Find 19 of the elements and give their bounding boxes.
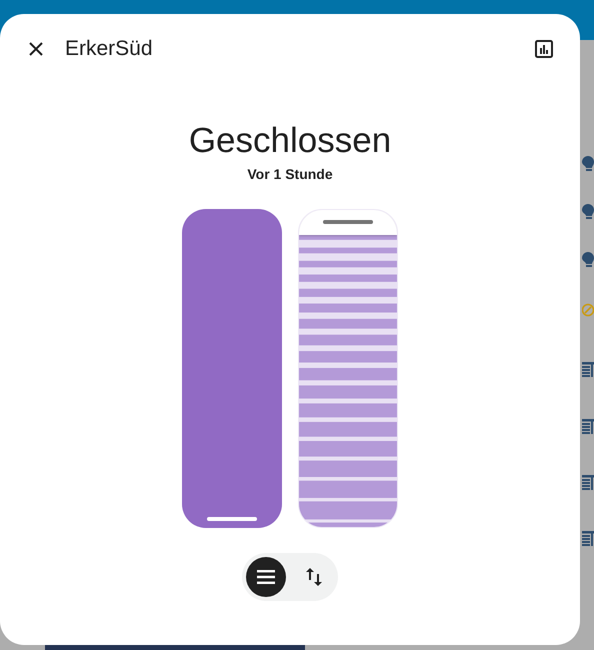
- close-icon: [29, 42, 43, 56]
- chart-icon: [535, 40, 553, 58]
- position-slider[interactable]: [182, 209, 282, 528]
- bulb-icon: [582, 154, 594, 174]
- blinds-icon: [582, 417, 594, 437]
- bulb-icon: [582, 250, 594, 270]
- slider-handle[interactable]: [323, 220, 373, 224]
- blinds-icon: [582, 360, 594, 380]
- history-button[interactable]: [532, 37, 556, 61]
- dialog-title: ErkerSüd: [65, 37, 154, 61]
- blinds-icon: [582, 473, 594, 493]
- lines-icon: [257, 570, 275, 584]
- blinds-icon: [582, 529, 594, 549]
- state-label: Geschlossen: [188, 120, 392, 162]
- mode-button[interactable]: [246, 557, 286, 597]
- bulb-icon: [582, 202, 594, 222]
- last-changed: Vor 1 Stunde: [247, 166, 333, 182]
- slider-handle[interactable]: [207, 517, 257, 521]
- swap-arrows-icon: [306, 568, 322, 586]
